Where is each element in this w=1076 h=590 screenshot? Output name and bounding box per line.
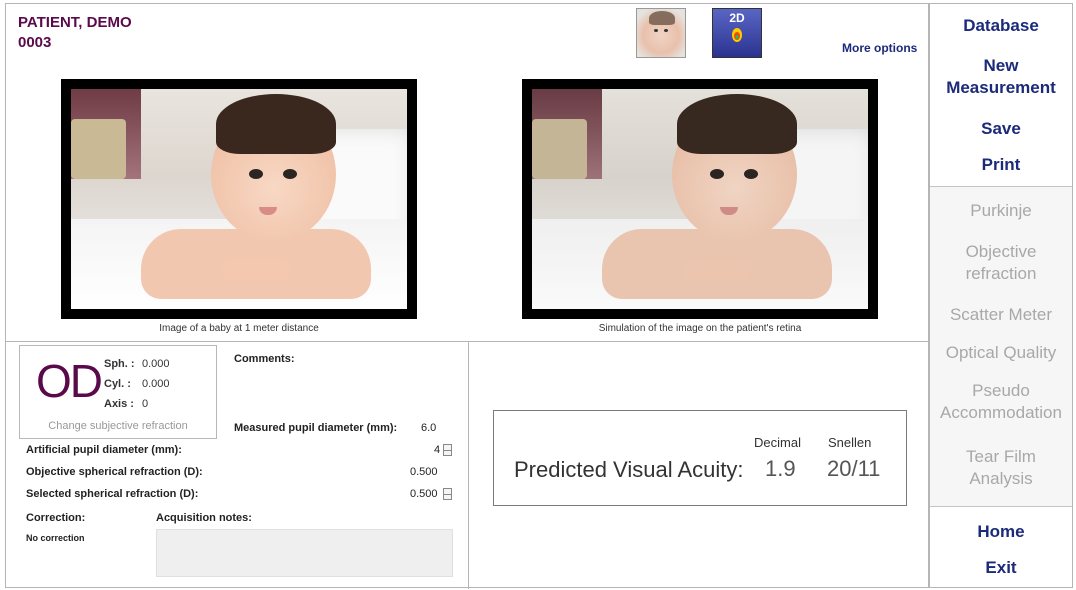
color-map-icon bbox=[732, 28, 742, 42]
sidebar-item-database[interactable]: Database bbox=[930, 15, 1072, 37]
pseudo-line2: Accommodation bbox=[940, 403, 1062, 422]
selected-sph-value: 0.500 bbox=[410, 488, 438, 500]
vertical-divider bbox=[468, 341, 469, 589]
sidebar-item-save[interactable]: Save bbox=[930, 118, 1072, 140]
sidebar-item-optical-quality: Optical Quality bbox=[945, 343, 1057, 362]
axis-value: 0 bbox=[142, 398, 149, 410]
tear-line2: Analysis bbox=[969, 469, 1033, 488]
objective-line2: refraction bbox=[965, 264, 1037, 283]
sidebar-separator-bottom bbox=[930, 506, 1072, 507]
snellen-value: 20/11 bbox=[827, 456, 881, 481]
refraction-box: OD Sph. : 0.000 Cyl. : 0.000 Axis : 0 Ch… bbox=[19, 345, 217, 439]
sidebar-item-pseudo-accommodation: Pseudo Accommodation bbox=[930, 380, 1072, 424]
simulated-retina-image bbox=[532, 89, 868, 309]
sidebar-item-new-measurement[interactable]: New Measurement bbox=[930, 55, 1072, 99]
objective-line1: Objective bbox=[965, 242, 1037, 261]
eye-indicator: OD bbox=[36, 355, 103, 407]
sidebar-item-tear-film-analysis: Tear Film Analysis bbox=[930, 446, 1072, 490]
sph-label: Sph. : bbox=[104, 358, 135, 370]
correction-value: No correction bbox=[26, 533, 85, 543]
snellen-header: Snellen bbox=[828, 435, 872, 450]
acquisition-notes-label: Acquisition notes: bbox=[156, 512, 252, 524]
cyl-label: Cyl. : bbox=[104, 378, 131, 390]
decimal-header: Decimal bbox=[754, 435, 801, 450]
cyl-value: 0.000 bbox=[142, 378, 170, 390]
correction-label: Correction: bbox=[26, 512, 86, 524]
more-options-link[interactable]: More options bbox=[842, 41, 917, 55]
main-panel: PATIENT, DEMO 0003 2D More options Image… bbox=[5, 3, 930, 589]
patient-id: 0003 bbox=[18, 34, 52, 51]
simulated-image-caption: Simulation of the image on the patient's… bbox=[598, 323, 802, 334]
sidebar-item-scatter-meter: Scatter Meter bbox=[949, 305, 1053, 324]
objective-sph-value: 0.500 bbox=[410, 466, 438, 478]
sidebar: Database New Measurement Save Print Purk… bbox=[929, 3, 1073, 588]
sph-value: 0.000 bbox=[142, 358, 170, 370]
change-subjective-refraction-button[interactable]: Change subjective refraction bbox=[20, 420, 216, 432]
objective-sph-label: Objective spherical refraction (D): bbox=[26, 466, 203, 478]
artificial-pupil-value: 4 bbox=[434, 444, 441, 456]
sidebar-item-objective-refraction: Objective refraction bbox=[930, 241, 1072, 285]
map-2d-label: 2D bbox=[729, 11, 745, 25]
acquisition-notes-field[interactable] bbox=[156, 529, 453, 577]
predicted-acuity-label: Predicted Visual Acuity: bbox=[514, 457, 744, 482]
original-image-caption: Image of a baby at 1 meter distance bbox=[159, 323, 319, 334]
artificial-pupil-label: Artificial pupil diameter (mm): bbox=[26, 444, 182, 456]
comments-label: Comments: bbox=[234, 353, 295, 365]
sidebar-item-print[interactable]: Print bbox=[930, 154, 1072, 176]
new-measurement-line1: New bbox=[983, 56, 1019, 75]
selected-sph-stepper[interactable] bbox=[443, 488, 452, 500]
simulated-image-frame bbox=[522, 79, 878, 319]
map-2d-button[interactable]: 2D bbox=[712, 8, 762, 58]
sidebar-item-home[interactable]: Home bbox=[930, 521, 1072, 543]
tear-line1: Tear Film bbox=[966, 447, 1036, 466]
new-measurement-line2: Measurement bbox=[946, 78, 1056, 97]
measured-pupil-label: Measured pupil diameter (mm): bbox=[234, 422, 398, 434]
original-image-frame bbox=[61, 79, 417, 319]
sidebar-item-exit[interactable]: Exit bbox=[930, 557, 1072, 579]
selected-sph-label: Selected spherical refraction (D): bbox=[26, 488, 199, 500]
patient-name: PATIENT, DEMO bbox=[18, 14, 132, 31]
visual-acuity-thumbnail-button[interactable] bbox=[636, 8, 686, 58]
pseudo-line1: Pseudo bbox=[972, 381, 1030, 400]
sidebar-item-purkinje: Purkinje bbox=[970, 201, 1032, 220]
decimal-value: 1.9 bbox=[765, 456, 796, 481]
visual-acuity-panel: Predicted Visual Acuity: Decimal Snellen… bbox=[493, 410, 907, 506]
measured-pupil-value: 6.0 bbox=[421, 422, 437, 434]
baby-image bbox=[71, 89, 407, 309]
axis-label: Axis : bbox=[104, 398, 134, 410]
artificial-pupil-stepper[interactable] bbox=[443, 444, 452, 456]
